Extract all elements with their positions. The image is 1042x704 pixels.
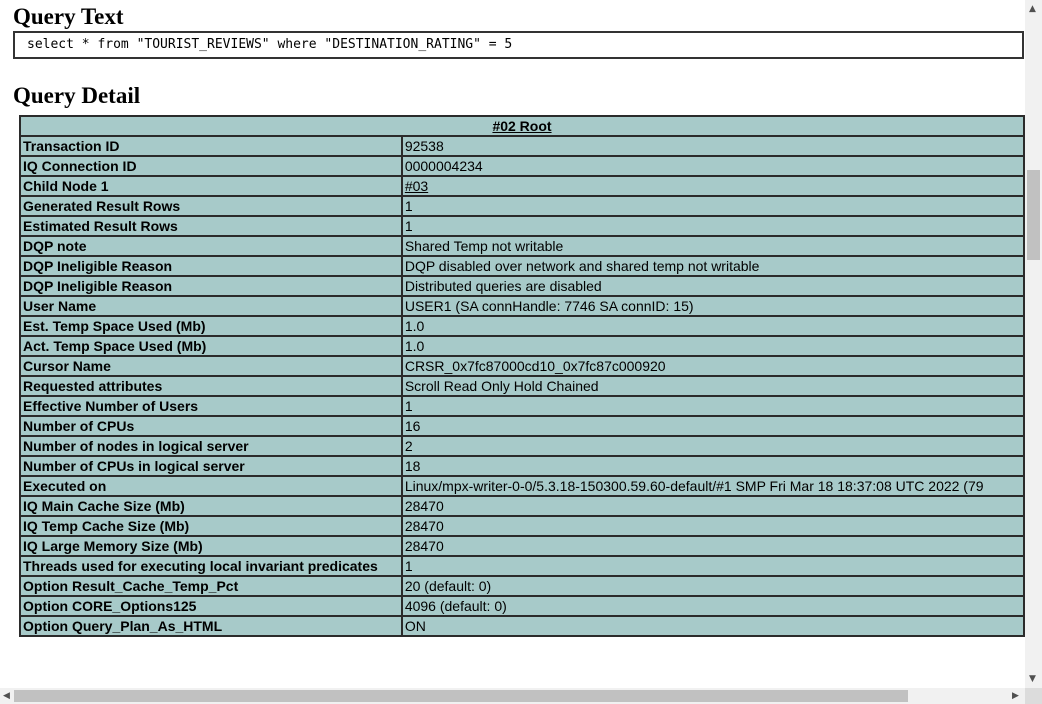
row-value: 28470	[400, 495, 1025, 517]
vertical-scroll-thumb[interactable]	[1027, 170, 1040, 260]
page-viewport: Query Text select * from "TOURIST_REVIEW…	[0, 0, 1025, 688]
vertical-scrollbar[interactable]: ▲ ▼	[1025, 0, 1042, 688]
row-value: Shared Temp not writable	[400, 235, 1025, 257]
row-value: #03	[400, 175, 1025, 197]
table-row: IQ Main Cache Size (Mb) 28470	[19, 495, 1025, 517]
row-value: Distributed queries are disabled	[400, 275, 1025, 297]
row-key: Requested attributes	[19, 375, 403, 397]
table-row: User Name USER1 (SA connHandle: 7746 SA c…	[19, 295, 1025, 317]
table-row: DQP Ineligible Reason DQP disabled over n…	[19, 255, 1025, 277]
row-value: ON	[400, 615, 1025, 637]
arrow-down-icon[interactable]: ▼	[1029, 674, 1036, 684]
table-row: Option Query_Plan_As_HTML ON	[19, 615, 1025, 637]
row-value: DQP disabled over network and shared tem…	[400, 255, 1025, 277]
row-key: Effective Number of Users	[19, 395, 403, 417]
row-key: IQ Main Cache Size (Mb)	[19, 495, 403, 517]
row-key: DQP Ineligible Reason	[19, 255, 403, 277]
table-row: Threads used for executing local invaria…	[19, 555, 1025, 577]
table-row: Est. Temp Space Used (Mb) 1.0	[19, 315, 1025, 337]
child-node-link[interactable]: #03	[405, 178, 428, 194]
table-row: DQP note Shared Temp not writable	[19, 235, 1025, 257]
row-value: Linux/mpx-writer-0-0/5.3.18-150300.59.60…	[400, 475, 1025, 497]
row-value: USER1 (SA connHandle: 7746 SA connID: 15…	[400, 295, 1025, 317]
row-value: 0000004234	[400, 155, 1025, 177]
table-row: IQ Temp Cache Size (Mb) 28470	[19, 515, 1025, 537]
row-key: Threads used for executing local invaria…	[19, 555, 403, 577]
row-value: 16	[400, 415, 1025, 437]
row-key: User Name	[19, 295, 403, 317]
table-row: Requested attributes Scroll Read Only Hol…	[19, 375, 1025, 397]
row-key: Transaction ID	[19, 135, 403, 157]
row-key: Child Node 1	[19, 175, 403, 197]
table-row: Child Node 1 #03	[19, 175, 1025, 197]
arrow-left-icon[interactable]: ◀	[3, 691, 10, 701]
row-value: 1	[400, 215, 1025, 237]
table-row: DQP Ineligible Reason Distributed queries…	[19, 275, 1025, 297]
table-row: Cursor Name CRSR_0x7fc87000cd10_0x7fc87c0…	[19, 355, 1025, 377]
row-key: Number of CPUs	[19, 415, 403, 437]
row-value: 1	[400, 395, 1025, 417]
row-key: Option Result_Cache_Temp_Pct	[19, 575, 403, 597]
table-title-cell: #02 Root	[19, 115, 1025, 137]
query-text-heading: Query Text	[13, 4, 124, 29]
row-value: 1.0	[400, 335, 1025, 357]
row-key: DQP Ineligible Reason	[19, 275, 403, 297]
table-row: Act. Temp Space Used (Mb) 1.0	[19, 335, 1025, 357]
row-key: Number of nodes in logical server	[19, 435, 403, 457]
table-row: Option Result_Cache_Temp_Pct 20 (default:…	[19, 575, 1025, 597]
table-row: Option CORE_Options125 4096 (default: 0)	[19, 595, 1025, 617]
arrow-up-icon[interactable]: ▲	[1029, 4, 1036, 14]
query-text-box: select * from "TOURIST_REVIEWS" where "D…	[13, 31, 1024, 59]
root-node-link[interactable]: #02 Root	[492, 118, 551, 134]
row-value: 20 (default: 0)	[400, 575, 1025, 597]
table-row: Transaction ID 92538	[19, 135, 1025, 157]
row-key: Cursor Name	[19, 355, 403, 377]
row-value: 28470	[400, 535, 1025, 557]
row-key: DQP note	[19, 235, 403, 257]
row-value: 28470	[400, 515, 1025, 537]
row-key: Option Query_Plan_As_HTML	[19, 615, 403, 637]
table-row: Number of nodes in logical server 2	[19, 435, 1025, 457]
row-key: Number of CPUs in logical server	[19, 455, 403, 477]
row-value: 1	[400, 555, 1025, 577]
table-title-row: #02 Root	[19, 115, 1025, 137]
scrollbar-corner	[1025, 688, 1042, 704]
row-value: 2	[400, 435, 1025, 457]
table-row: Effective Number of Users 1	[19, 395, 1025, 417]
table-row: Estimated Result Rows 1	[19, 215, 1025, 237]
row-key: IQ Connection ID	[19, 155, 403, 177]
row-key: Executed on	[19, 475, 403, 497]
row-key: Act. Temp Space Used (Mb)	[19, 335, 403, 357]
row-value: CRSR_0x7fc87000cd10_0x7fc87c000920	[400, 355, 1025, 377]
row-key: IQ Large Memory Size (Mb)	[19, 535, 403, 557]
table-row: IQ Large Memory Size (Mb) 28470	[19, 535, 1025, 557]
row-key: Generated Result Rows	[19, 195, 403, 217]
row-value: 1	[400, 195, 1025, 217]
row-value: 4096 (default: 0)	[400, 595, 1025, 617]
table-row: Generated Result Rows 1	[19, 195, 1025, 217]
row-value: Scroll Read Only Hold Chained	[400, 375, 1025, 397]
row-key: Est. Temp Space Used (Mb)	[19, 315, 403, 337]
horizontal-scrollbar[interactable]: ◀ ▶	[0, 688, 1025, 704]
row-key: IQ Temp Cache Size (Mb)	[19, 515, 403, 537]
arrow-right-icon[interactable]: ▶	[1012, 691, 1019, 701]
table-row: Number of CPUs in logical server 18	[19, 455, 1025, 477]
row-value: 92538	[400, 135, 1025, 157]
row-key: Estimated Result Rows	[19, 215, 403, 237]
row-key: Option CORE_Options125	[19, 595, 403, 617]
table-row: Number of CPUs 16	[19, 415, 1025, 437]
table-row: Executed on Linux/mpx-writer-0-0/5.3.18-1…	[19, 475, 1025, 497]
query-detail-table: #02 Root Transaction ID 92538 IQ Connectio…	[19, 115, 1025, 637]
row-value: 1.0	[400, 315, 1025, 337]
query-detail-heading: Query Detail	[13, 83, 141, 108]
horizontal-scroll-thumb[interactable]	[14, 690, 908, 702]
row-value: 18	[400, 455, 1025, 477]
table-row: IQ Connection ID 0000004234	[19, 155, 1025, 177]
